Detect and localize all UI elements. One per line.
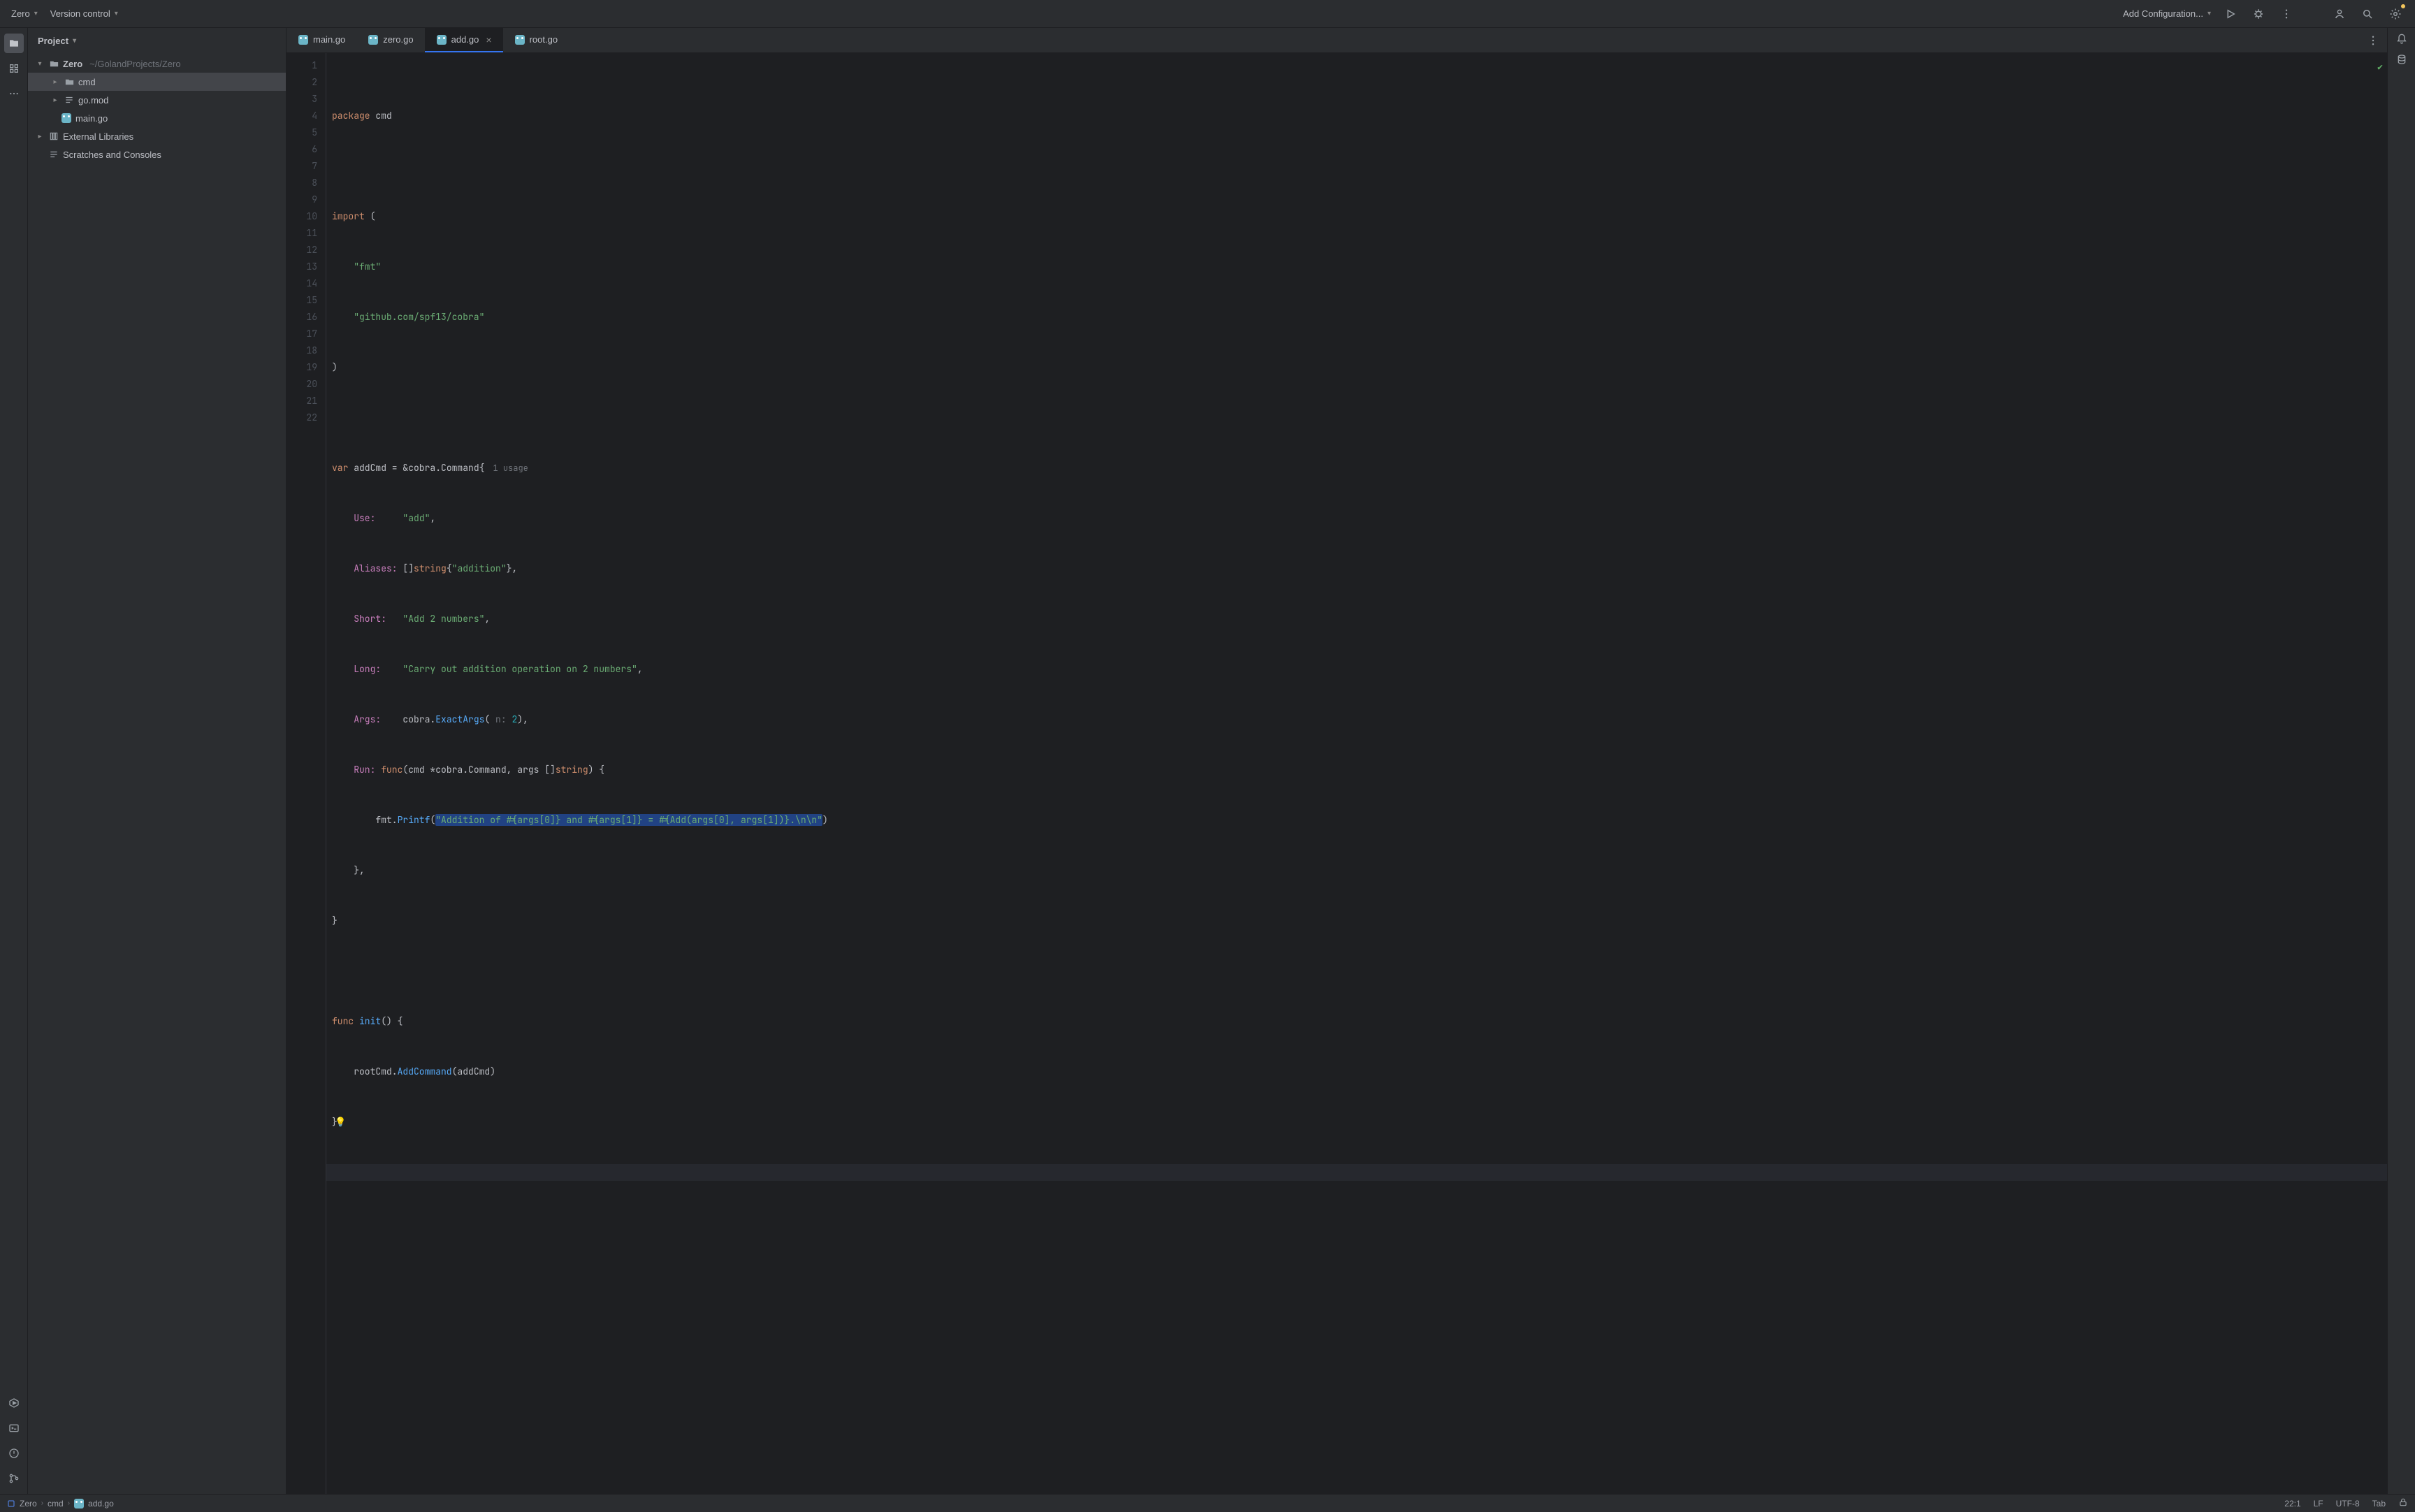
run-config-label: Add Configuration... xyxy=(2123,8,2203,19)
inspection-ok-icon[interactable]: ✔ xyxy=(2377,59,2383,75)
go-file-icon xyxy=(60,113,73,123)
chevron-right-icon: › xyxy=(68,1499,70,1507)
indent[interactable]: Tab xyxy=(2372,1499,2386,1509)
chevron-right-icon: › xyxy=(41,1499,43,1507)
tab-label: root.go xyxy=(530,34,558,45)
titlebar: Zero ▾ Version control ▾ Add Configurati… xyxy=(0,0,2415,28)
expand-icon[interactable]: ▸ xyxy=(50,96,60,104)
terminal-tool-button[interactable] xyxy=(4,1418,24,1438)
settings-button[interactable] xyxy=(2387,6,2404,22)
tab-zero-go[interactable]: zero.go xyxy=(356,28,424,52)
usage-hint[interactable]: 1 usage xyxy=(493,463,528,474)
scratches-icon xyxy=(48,150,60,159)
tree-gomod-label: go.mod xyxy=(78,95,108,106)
project-tool-button[interactable] xyxy=(4,34,24,53)
expand-icon[interactable]: ▸ xyxy=(50,78,60,86)
crumb-folder[interactable]: cmd xyxy=(48,1499,64,1509)
go-file-icon xyxy=(514,34,525,45)
tree-scratches[interactable]: Scratches and Consoles xyxy=(28,145,286,163)
database-tool-button[interactable] xyxy=(2396,54,2407,67)
structure-tool-button[interactable] xyxy=(4,59,24,78)
editor-tab-bar: main.go zero.go add.go × root.go xyxy=(287,28,2387,53)
chevron-down-icon: ▾ xyxy=(73,37,76,45)
crumb-project[interactable]: Zero xyxy=(20,1499,37,1509)
tree-root[interactable]: ▾ Zero ~/GolandProjects/Zero xyxy=(28,54,286,73)
chevron-down-icon: ▾ xyxy=(2207,10,2211,17)
more-tool-button[interactable] xyxy=(4,84,24,103)
folder-icon xyxy=(48,59,60,69)
go-file-icon xyxy=(436,34,447,45)
encoding[interactable]: UTF-8 xyxy=(2336,1499,2360,1509)
debug-button[interactable] xyxy=(2250,6,2267,22)
tab-label: zero.go xyxy=(383,34,413,45)
chevron-down-icon: ▾ xyxy=(34,10,38,17)
more-button[interactable] xyxy=(2278,6,2295,22)
tree-cmd-label: cmd xyxy=(78,77,96,87)
vcs-menu[interactable]: Version control ▾ xyxy=(50,8,118,19)
readonly-toggle[interactable] xyxy=(2398,1497,2408,1509)
tree-root-label: Zero xyxy=(63,59,82,69)
project-menu-label: Zero xyxy=(11,8,30,19)
tab-label: main.go xyxy=(313,34,345,45)
expand-icon[interactable]: ▸ xyxy=(35,133,45,140)
chevron-down-icon: ▾ xyxy=(115,10,118,17)
tree-cmd-folder[interactable]: ▸ cmd xyxy=(28,73,286,91)
code-with-me-button[interactable] xyxy=(2331,6,2348,22)
project-panel: Project ▾ ▾ Zero ~/GolandProjects/Zero ▸… xyxy=(28,28,287,1494)
vcs-menu-label: Version control xyxy=(50,8,110,19)
search-button[interactable] xyxy=(2359,6,2376,22)
tab-root-go[interactable]: root.go xyxy=(503,28,569,52)
project-tree: ▾ Zero ~/GolandProjects/Zero ▸ cmd ▸ go.… xyxy=(28,53,286,165)
problems-tool-button[interactable] xyxy=(4,1444,24,1463)
file-icon xyxy=(63,95,75,105)
notifications-button[interactable] xyxy=(2396,34,2407,47)
editor-body[interactable]: 12345678910111213141516171819202122 ✔ pa… xyxy=(287,53,2387,1494)
code-area[interactable]: ✔ package cmd import ( "fmt" "github.com… xyxy=(326,53,2387,1494)
vcs-tool-button[interactable] xyxy=(4,1469,24,1488)
breadcrumb[interactable]: Zero › cmd › add.go xyxy=(7,1499,114,1509)
line-gutter: 12345678910111213141516171819202122 xyxy=(287,53,326,1494)
folder-icon xyxy=(63,77,75,87)
tree-scratches-label: Scratches and Consoles xyxy=(63,150,161,160)
left-tool-rail xyxy=(0,28,28,1494)
cursor-position[interactable]: 22:1 xyxy=(2284,1499,2300,1509)
project-panel-title-label: Project xyxy=(38,36,68,46)
expand-icon[interactable]: ▾ xyxy=(35,60,45,68)
close-icon[interactable]: × xyxy=(486,34,491,45)
go-file-icon xyxy=(368,34,379,45)
project-panel-title[interactable]: Project ▾ xyxy=(38,36,76,46)
run-button[interactable] xyxy=(2222,6,2239,22)
crumb-file[interactable]: add.go xyxy=(88,1499,114,1509)
tab-main-go[interactable]: main.go xyxy=(287,28,356,52)
statusbar: Zero › cmd › add.go 22:1 LF UTF-8 Tab xyxy=(0,1494,2415,1512)
tree-main-go[interactable]: main.go xyxy=(28,109,286,127)
right-tool-rail xyxy=(2387,28,2415,1494)
library-icon xyxy=(48,131,60,141)
go-file-icon xyxy=(74,1499,84,1509)
run-config-menu[interactable]: Add Configuration... ▾ xyxy=(2123,8,2211,19)
services-tool-button[interactable] xyxy=(4,1393,24,1413)
tree-external-libs[interactable]: ▸ External Libraries xyxy=(28,127,286,145)
tree-maingo-label: main.go xyxy=(75,113,108,124)
intention-bulb-icon[interactable]: 💡 xyxy=(335,1114,346,1131)
tree-go-mod[interactable]: ▸ go.mod xyxy=(28,91,286,109)
project-menu[interactable]: Zero ▾ xyxy=(11,8,38,19)
tree-root-path: ~/GolandProjects/Zero xyxy=(89,59,180,69)
tab-more-button[interactable] xyxy=(2365,32,2381,49)
tab-label: add.go xyxy=(451,34,479,45)
line-separator[interactable]: LF xyxy=(2314,1499,2323,1509)
tree-extlibs-label: External Libraries xyxy=(63,131,133,142)
tab-add-go[interactable]: add.go × xyxy=(425,28,503,52)
go-file-icon xyxy=(298,34,309,45)
